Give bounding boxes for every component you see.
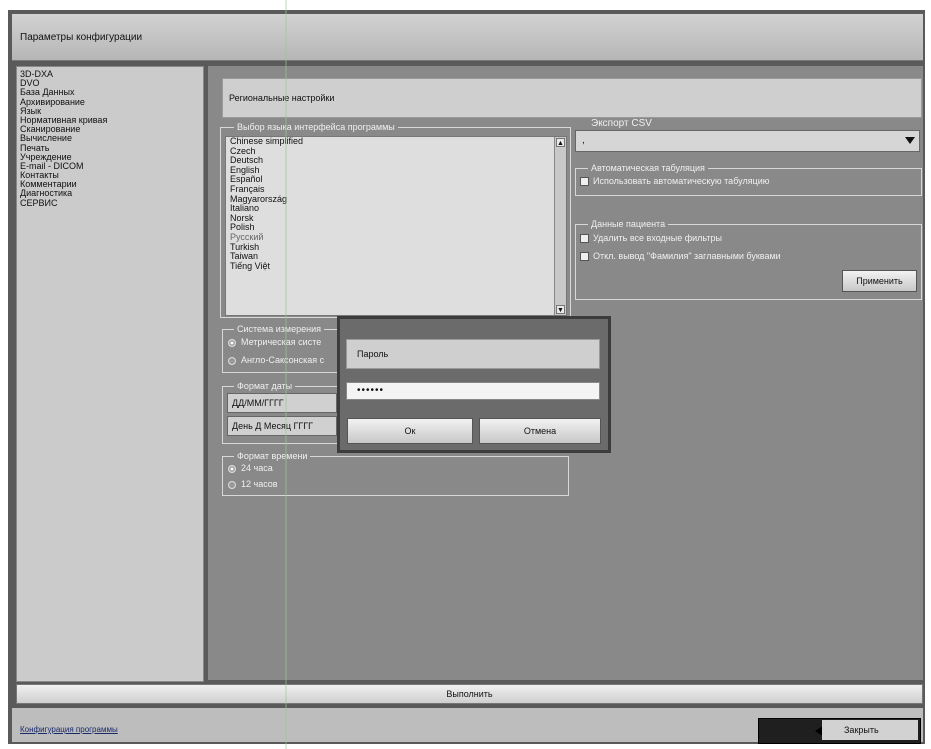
language-item[interactable]: Русский <box>226 232 566 243</box>
sidebar: 3D-DXA DVO База Данных Архивирование Язык Нор… <box>16 66 204 682</box>
scroll-up-icon[interactable]: ▲ <box>556 138 565 147</box>
program-config-link[interactable]: Конфигурация программы <box>20 725 118 734</box>
password-input[interactable]: •••••• <box>346 382 600 400</box>
password-label: Пароль <box>346 339 600 369</box>
language-item[interactable]: Turkish <box>226 242 566 253</box>
language-item[interactable]: English <box>226 165 566 176</box>
csv-separator-value: , <box>582 135 585 146</box>
ok-button[interactable]: Ок <box>347 418 473 444</box>
title-bar: Параметры конфигурации <box>12 14 923 61</box>
sidebar-item[interactable]: Архивирование <box>17 97 203 107</box>
language-item[interactable]: Norsk <box>226 213 566 224</box>
measurement-imperial-radio[interactable]: Англо-Саксонская с <box>228 355 324 365</box>
csv-export-title: Экспорт CSV <box>588 119 655 129</box>
sidebar-item[interactable]: 3D-DXA <box>17 69 203 79</box>
time-24h-radio[interactable]: 24 часа <box>228 463 273 473</box>
csv-separator-select[interactable]: , <box>575 130 920 152</box>
date-format-short-field[interactable]: ДД/ММ/ГГГГ <box>227 393 337 413</box>
uppercase-surname-checkbox[interactable]: Откл. вывод "Фамилия" заглавными буквами <box>580 251 781 262</box>
time-format-group-title: Формат времени <box>234 451 311 461</box>
language-listbox[interactable]: Chinese simplified Czech Deutsch English Esp… <box>225 136 567 316</box>
dropdown-arrow-icon <box>905 137 915 144</box>
radio-empty-icon <box>228 480 236 489</box>
checkmark-icon: ✓ <box>580 177 589 187</box>
language-item[interactable]: Deutsch <box>226 156 566 166</box>
section-title: Региональные настройки <box>229 93 335 103</box>
window-title: Параметры конфигурации <box>20 32 143 43</box>
language-item[interactable]: Español <box>226 175 566 185</box>
checkbox-empty-icon <box>580 252 589 262</box>
measurement-group <box>222 329 342 373</box>
language-item[interactable]: Tiếng Việt <box>226 261 566 272</box>
language-item[interactable]: Czech <box>226 146 566 157</box>
time-12h-radio[interactable]: 12 часов <box>228 479 278 489</box>
scan-artifact-line <box>285 0 287 749</box>
time-format-group <box>222 456 569 496</box>
language-items: Chinese simplified Czech Deutsch English Esp… <box>226 137 566 271</box>
close-button-label: Закрыть <box>822 720 918 740</box>
language-item[interactable]: Polish <box>226 223 566 233</box>
cancel-button[interactable]: Отмена <box>479 418 601 444</box>
auto-tab-group-title: Автоматическая табуляция <box>588 163 708 173</box>
measurement-metric-radio[interactable]: Метрическая систе <box>228 337 321 347</box>
language-item[interactable]: Italiano <box>226 204 566 214</box>
checkbox-empty-icon <box>580 234 589 244</box>
language-scrollbar[interactable]: ▲ ▼ <box>554 137 566 315</box>
section-header: Региональные настройки <box>222 78 922 118</box>
language-item[interactable]: Taiwan <box>226 252 566 262</box>
radio-empty-icon <box>228 356 236 365</box>
auto-tab-checkbox[interactable]: ✓ Использовать автоматическую табуляцию <box>580 176 770 187</box>
radio-selected-icon <box>228 338 236 347</box>
execute-button[interactable]: Выполнить <box>16 684 923 704</box>
date-format-long-field[interactable]: День Д Месяц ГГГГ <box>227 416 337 436</box>
language-item[interactable]: Chinese simplified <box>226 137 566 147</box>
remove-filters-checkbox[interactable]: Удалить все входные фильтры <box>580 233 722 244</box>
sidebar-item[interactable]: СЕРВИС <box>17 198 203 208</box>
language-group-title: Выбор языка интерфейса программы <box>234 122 398 132</box>
patient-data-group-title: Данные пациента <box>588 219 669 229</box>
scroll-down-icon[interactable]: ▼ <box>556 305 565 314</box>
measurement-group-title: Система измерения <box>234 324 324 334</box>
sidebar-list: 3D-DXA DVO База Данных Архивирование Язык Нор… <box>17 67 203 208</box>
apply-button[interactable]: Применить <box>842 270 917 292</box>
language-item[interactable]: Magyarország <box>226 194 566 205</box>
radio-selected-icon <box>228 464 236 473</box>
